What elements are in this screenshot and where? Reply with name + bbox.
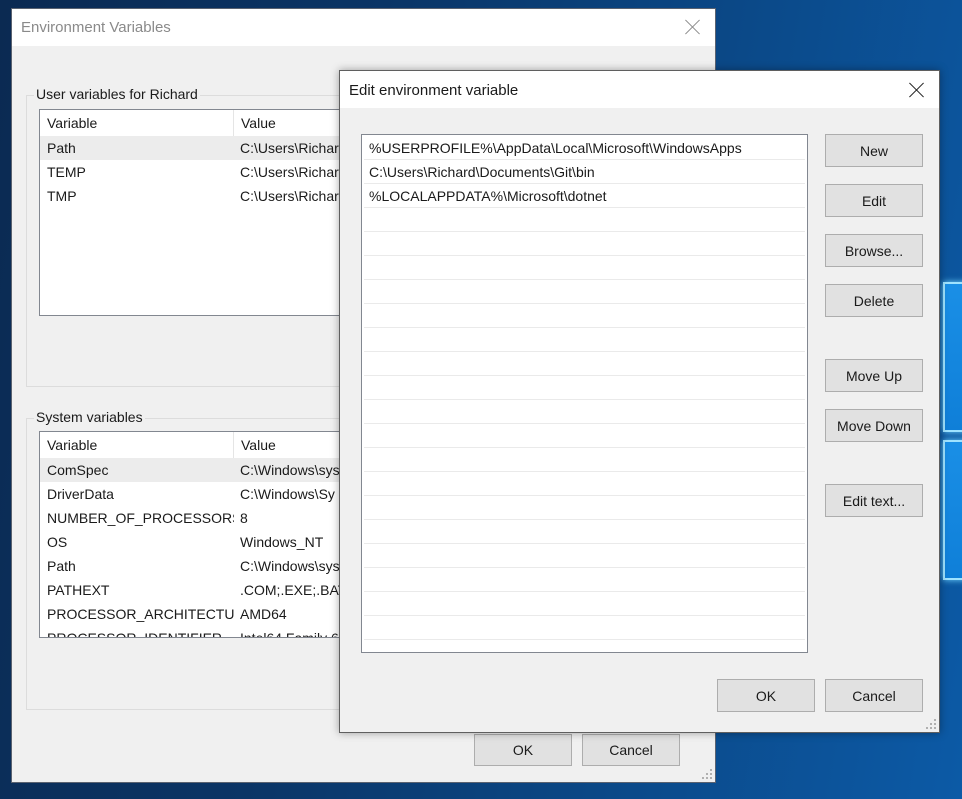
edit-close-icon[interactable]	[909, 82, 925, 98]
table-row[interactable]: PATHEXT .COM;.EXE;.BAT	[40, 578, 358, 602]
empty-path-row[interactable]	[364, 304, 805, 328]
edit-ok-button[interactable]: OK	[717, 679, 815, 712]
variable-name-cell: DriverData	[47, 486, 114, 502]
user-variables-list[interactable]: Variable Value Path C:\Users\Richar TEMP C:…	[39, 109, 359, 316]
table-row[interactable]: Path C:\Windows\sys	[40, 554, 358, 578]
empty-path-row[interactable]	[364, 352, 805, 376]
column-header-variable[interactable]: Variable	[40, 110, 234, 136]
path-entry[interactable]: %USERPROFILE%\AppData\Local\Microsoft\Wi…	[364, 136, 805, 160]
empty-path-row[interactable]	[364, 376, 805, 400]
variable-name-cell: PROCESSOR_IDENTIFIER	[47, 630, 223, 638]
empty-path-row[interactable]	[364, 592, 805, 616]
variable-value-cell: C:\Windows\Sy	[240, 486, 335, 502]
env-cancel-button[interactable]: Cancel	[582, 734, 680, 766]
empty-path-row[interactable]	[364, 232, 805, 256]
empty-path-row[interactable]	[364, 208, 805, 232]
empty-path-row[interactable]	[364, 256, 805, 280]
column-header-value[interactable]: Value	[234, 432, 283, 458]
variable-value-cell: 8	[240, 510, 248, 526]
variable-value-cell: C:\Users\Richar	[240, 188, 339, 204]
variable-name-cell: Path	[47, 558, 76, 574]
system-variables-label: System variables	[34, 409, 145, 425]
table-row[interactable]: TMP C:\Users\Richar	[40, 184, 358, 208]
empty-path-row[interactable]	[364, 328, 805, 352]
variable-name-cell: ComSpec	[47, 462, 109, 478]
delete-button[interactable]: Delete	[825, 284, 923, 317]
env-resize-grip[interactable]	[701, 768, 713, 780]
table-row[interactable]: Path C:\Users\Richar	[40, 136, 358, 160]
path-entry[interactable]: %LOCALAPPDATA%\Microsoft\dotnet	[364, 184, 805, 208]
path-entries-list[interactable]: %USERPROFILE%\AppData\Local\Microsoft\Wi…	[361, 134, 808, 653]
variable-name-cell: PATHEXT	[47, 582, 110, 598]
variable-name-cell: NUMBER_OF_PROCESSORS	[47, 510, 234, 526]
variable-value-cell: C:\Users\Richar	[240, 164, 339, 180]
variable-value-cell: C:\Users\Richar	[240, 140, 339, 156]
table-row[interactable]: OS Windows_NT	[40, 530, 358, 554]
user-list-header: Variable Value	[40, 110, 358, 136]
browse-button[interactable]: Browse...	[825, 234, 923, 267]
path-entry[interactable]: C:\Users\Richard\Documents\Git\bin	[364, 160, 805, 184]
env-close-icon[interactable]	[685, 19, 701, 35]
new-button[interactable]: New	[825, 134, 923, 167]
table-row[interactable]: PROCESSOR_IDENTIFIER Intel64 Family 6	[40, 626, 358, 638]
edit-dialog-title: Edit environment variable	[349, 82, 519, 99]
edit-environment-variable-dialog: Edit environment variable %USERPROFILE%\…	[339, 70, 940, 733]
table-row[interactable]: NUMBER_OF_PROCESSORS 8	[40, 506, 358, 530]
edit-cancel-button[interactable]: Cancel	[825, 679, 923, 712]
variable-value-cell: C:\Windows\sys	[240, 462, 340, 478]
table-row[interactable]: PROCESSOR_ARCHITECTU... AMD64	[40, 602, 358, 626]
user-variables-label: User variables for Richard	[34, 86, 200, 102]
env-ok-button[interactable]: OK	[474, 734, 572, 766]
table-row[interactable]: ComSpec C:\Windows\sys	[40, 458, 358, 482]
edit-titlebar[interactable]: Edit environment variable	[340, 71, 939, 108]
variable-name-cell: OS	[47, 534, 68, 550]
edit-button[interactable]: Edit	[825, 184, 923, 217]
variable-value-cell: .COM;.EXE;.BAT	[240, 582, 347, 598]
move-up-button[interactable]: Move Up	[825, 359, 923, 392]
variable-name-cell: TEMP	[47, 164, 86, 180]
variable-name-cell: PROCESSOR_ARCHITECTU...	[47, 606, 234, 622]
variable-value-cell: AMD64	[240, 606, 287, 622]
empty-path-row[interactable]	[364, 400, 805, 424]
system-variables-list[interactable]: Variable Value ComSpec C:\Windows\sys Driv…	[39, 431, 359, 638]
variable-name-cell: TMP	[47, 188, 77, 204]
empty-path-row[interactable]	[364, 520, 805, 544]
table-row[interactable]: DriverData C:\Windows\Sy	[40, 482, 358, 506]
empty-path-row[interactable]	[364, 544, 805, 568]
empty-path-row[interactable]	[364, 496, 805, 520]
variable-value-cell: Intel64 Family 6	[240, 630, 339, 638]
desktop-logo-pane-bottom	[943, 440, 962, 580]
env-titlebar[interactable]: Environment Variables	[12, 9, 715, 46]
empty-path-row[interactable]	[364, 448, 805, 472]
empty-path-row[interactable]	[364, 424, 805, 448]
empty-path-row[interactable]	[364, 568, 805, 592]
empty-path-row[interactable]	[364, 472, 805, 496]
env-window-title: Environment Variables	[21, 19, 171, 36]
column-header-value[interactable]: Value	[234, 110, 283, 136]
variable-value-cell: Windows_NT	[240, 534, 324, 550]
system-list-header: Variable Value	[40, 432, 358, 458]
variable-value-cell: C:\Windows\sys	[240, 558, 340, 574]
empty-path-row[interactable]	[364, 616, 805, 640]
variable-name-cell: Path	[47, 140, 76, 156]
edit-resize-grip[interactable]	[925, 718, 937, 730]
empty-path-row[interactable]	[364, 280, 805, 304]
column-header-variable[interactable]: Variable	[40, 432, 234, 458]
edit-text-button[interactable]: Edit text...	[825, 484, 923, 517]
desktop-logo-pane-top	[943, 282, 962, 432]
table-row[interactable]: TEMP C:\Users\Richar	[40, 160, 358, 184]
move-down-button[interactable]: Move Down	[825, 409, 923, 442]
